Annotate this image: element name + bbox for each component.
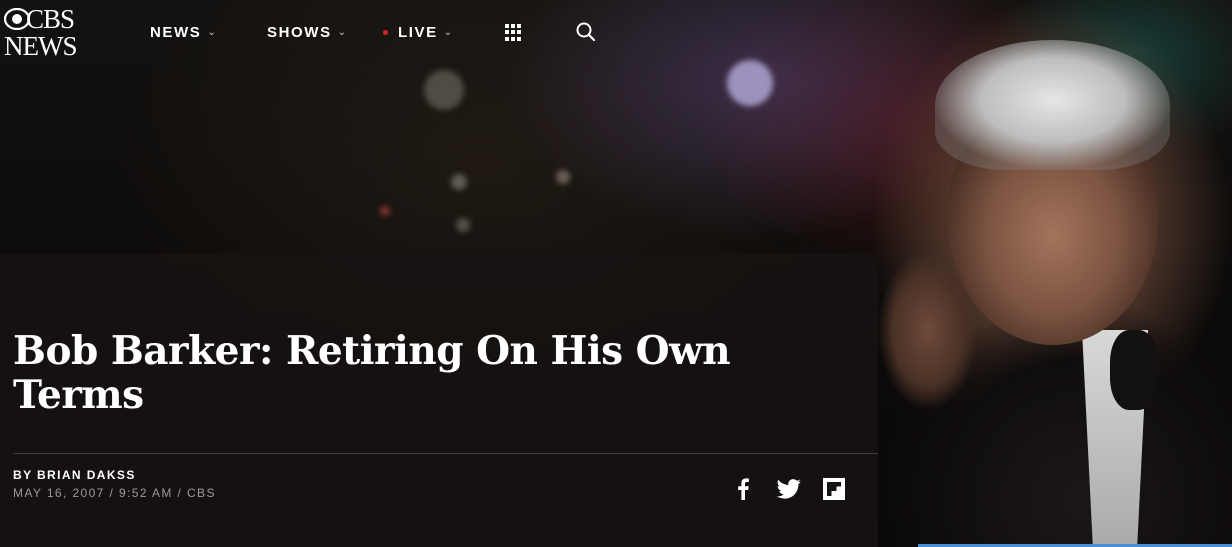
apps-grid-icon[interactable]	[505, 24, 522, 41]
nav-news-label: NEWS	[150, 23, 202, 41]
article-byline[interactable]: BY BRIAN DAKSS	[13, 468, 136, 482]
chevron-down-icon: ⌄	[337, 26, 348, 38]
article-headline: Bob Barker: Retiring On His Own Terms	[13, 328, 731, 418]
nav-news[interactable]: NEWS ⌄	[150, 22, 217, 42]
nav-shows-label: SHOWS	[267, 23, 332, 41]
bokeh-light	[556, 170, 570, 184]
facebook-icon	[738, 478, 749, 500]
nav-live[interactable]: LIVE ⌄	[383, 22, 454, 42]
hero-image: CBS NEWS NEWS ⌄ SHOWS ⌄ LIVE ⌄ Bob Barke…	[0, 0, 1232, 547]
share-flipboard-button[interactable]	[822, 477, 846, 501]
person-hand	[878, 240, 978, 410]
logo-text-news: NEWS	[4, 31, 77, 61]
top-nav: CBS NEWS NEWS ⌄ SHOWS ⌄ LIVE ⌄	[0, 0, 1232, 64]
chevron-down-icon: ⌄	[207, 26, 218, 38]
share-facebook-button[interactable]	[732, 477, 754, 501]
chevron-down-icon: ⌄	[443, 26, 454, 38]
bokeh-light	[456, 218, 470, 232]
twitter-icon	[777, 479, 801, 499]
divider	[13, 453, 878, 454]
nav-shows[interactable]: SHOWS ⌄	[267, 22, 348, 42]
microphone	[1110, 330, 1158, 410]
nav-live-label: LIVE	[398, 23, 438, 41]
bokeh-light	[424, 70, 464, 110]
cbs-news-logo[interactable]: CBS NEWS	[2, 4, 88, 61]
flipboard-icon	[823, 478, 845, 500]
live-dot-icon	[383, 29, 388, 35]
bokeh-light	[451, 174, 467, 190]
share-twitter-button[interactable]	[776, 477, 802, 501]
logo-text-cbs: CBS	[26, 4, 75, 34]
bokeh-light	[727, 60, 773, 106]
search-icon[interactable]	[575, 21, 597, 43]
article-dateline: MAY 16, 2007 / 9:52 AM / CBS	[13, 486, 216, 500]
bokeh-light	[380, 206, 390, 216]
